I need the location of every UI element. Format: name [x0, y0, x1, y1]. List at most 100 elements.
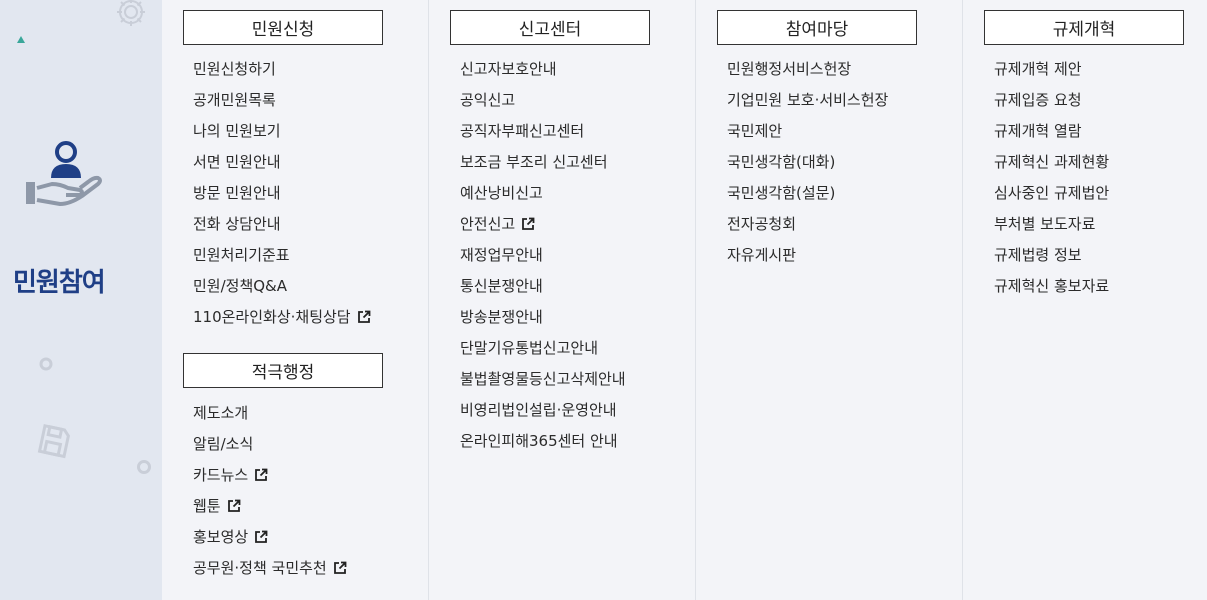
menu-link[interactable]: 나의 민원보기	[193, 116, 428, 147]
menu-link-label: 제도소개	[193, 404, 249, 422]
menu-link[interactable]: 국민생각함(설문)	[727, 178, 962, 209]
menu-link-label: 나의 민원보기	[193, 122, 281, 140]
menu-list: 민원행정서비스헌장기업민원 보호·서비스헌장국민제안국민생각함(대화) 국민생각함…	[717, 54, 962, 271]
menu-link[interactable]: 심사중인 규제법안	[994, 178, 1207, 209]
menu-link[interactable]: 전자공청회	[727, 209, 962, 240]
menu-link-label: 규제법령 정보	[994, 246, 1082, 264]
gear-icon	[117, 0, 145, 26]
menu-link-label: 자유게시판	[727, 246, 797, 264]
menu-link-label: 카드뉴스	[193, 466, 249, 484]
menu-link[interactable]: 공개민원목록	[193, 85, 428, 116]
menu-link-label: 공직자부패신고센터	[460, 122, 585, 140]
menu-column: 참여마당민원행정서비스헌장기업민원 보호·서비스헌장국민제안국민생각함(대화) 국…	[696, 0, 963, 600]
external-link-icon	[227, 493, 241, 524]
menu-link[interactable]: 비영리법인설립·운영안내	[460, 395, 695, 426]
menu-link-label: 비영리법인설립·운영안내	[460, 401, 617, 419]
external-link-icon	[357, 304, 371, 335]
menu-link[interactable]: 카드뉴스	[193, 460, 428, 491]
menu-link[interactable]: 규제입증 요청	[994, 85, 1207, 116]
menu-link-label: 민원처리기준표	[193, 246, 290, 264]
menu-link[interactable]: 민원/정책Q&A	[193, 271, 428, 302]
section-heading[interactable]: 민원신청	[183, 10, 383, 45]
menu-link[interactable]: 방송분쟁안내	[460, 302, 695, 333]
menu-link[interactable]: 공익신고	[460, 85, 695, 116]
civil-service-hand-icon	[26, 141, 102, 206]
menu-link[interactable]: 국민생각함(대화)	[727, 147, 962, 178]
menu-column: 신고센터신고자보호안내공익신고공직자부패신고센터보조금 부조리 신고센터예산낭비…	[429, 0, 696, 600]
external-link-icon	[521, 211, 535, 242]
menu-link-label: 전자공청회	[727, 215, 797, 233]
menu-link-label: 불법촬영물등신고삭제안내	[460, 370, 626, 388]
menu-link-label: 공무원·정책 국민추천	[193, 559, 327, 577]
external-link-icon	[254, 462, 268, 493]
menu-link[interactable]: 전화 상담안내	[193, 209, 428, 240]
menu-link[interactable]: 공직자부패신고센터	[460, 116, 695, 147]
menu-link-label: 공개민원목록	[193, 91, 276, 109]
menu-link[interactable]: 제도소개	[193, 398, 428, 429]
menu-link-label: 민원/정책Q&A	[193, 277, 288, 295]
menu-link[interactable]: 자유게시판	[727, 240, 962, 271]
sidebar-panel: 민원참여	[0, 0, 162, 600]
menu-link[interactable]: 홍보영상	[193, 522, 428, 553]
menu-link[interactable]: 규제혁신 홍보자료	[994, 271, 1207, 302]
menu-link-label: 규제혁신 홍보자료	[994, 277, 1110, 295]
menu-link-label: 국민제안	[727, 122, 783, 140]
menu-link[interactable]: 예산낭비신고	[460, 178, 695, 209]
menu-link[interactable]: 안전신고	[460, 209, 695, 240]
menu-link-label: 기업민원 보호·서비스헌장	[727, 91, 889, 109]
triangle-decoration-icon	[17, 36, 25, 43]
menu-link[interactable]: 단말기유통법신고안내	[460, 333, 695, 364]
sidebar-title: 민원참여	[13, 268, 106, 298]
menu-link[interactable]: 불법촬영물등신고삭제안내	[460, 364, 695, 395]
menu-link-label: 서면 민원안내	[193, 153, 281, 171]
menu-link[interactable]: 보조금 부조리 신고센터	[460, 147, 695, 178]
menu-link-label: 알림/소식	[193, 435, 254, 453]
menu-link[interactable]: 민원행정서비스헌장	[727, 54, 962, 85]
menu-link[interactable]: 규제개혁 열람	[994, 116, 1207, 147]
menu-column: 규제개혁규제개혁 제안규제입증 요청규제개혁 열람규제혁신 과제현황심사중인 규…	[963, 0, 1207, 600]
menu-link[interactable]: 방문 민원안내	[193, 178, 428, 209]
menu-link[interactable]: 규제혁신 과제현황	[994, 147, 1207, 178]
menu-list: 규제개혁 제안규제입증 요청규제개혁 열람규제혁신 과제현황심사중인 규제법안 부…	[984, 54, 1207, 302]
external-link-icon	[333, 555, 347, 586]
menu-link[interactable]: 110온라인화상·채팅상담	[193, 302, 428, 333]
menu-link[interactable]: 민원처리기준표	[193, 240, 428, 271]
menu-link-label: 신고자보호안내	[460, 60, 557, 78]
section-heading[interactable]: 신고센터	[450, 10, 650, 45]
menu-link-label: 전화 상담안내	[193, 215, 281, 233]
menu-link[interactable]: 민원신청하기	[193, 54, 428, 85]
menu-link[interactable]: 부처별 보도자료	[994, 209, 1207, 240]
menu-link[interactable]: 서면 민원안내	[193, 147, 428, 178]
menu-link[interactable]: 알림/소식	[193, 429, 428, 460]
menu-link[interactable]: 공무원·정책 국민추천	[193, 553, 428, 584]
menu-link[interactable]: 국민제안	[727, 116, 962, 147]
menu-link[interactable]: 기업민원 보호·서비스헌장	[727, 85, 962, 116]
dot-decoration-icon	[39, 357, 53, 371]
menu-link-label: 방송분쟁안내	[460, 308, 543, 326]
section-heading[interactable]: 적극행정	[183, 353, 383, 388]
menu-link[interactable]: 웹툰	[193, 491, 428, 522]
menu-link-label: 웹툰	[193, 497, 221, 515]
menu-link[interactable]: 통신분쟁안내	[460, 271, 695, 302]
menu-link[interactable]: 온라인피해365센터 안내	[460, 426, 695, 457]
menu-list: 신고자보호안내공익신고공직자부패신고센터보조금 부조리 신고센터예산낭비신고 안전…	[450, 54, 695, 457]
menu-link-label: 규제개혁 열람	[994, 122, 1082, 140]
menu-link-label: 국민생각함(설문)	[727, 184, 836, 202]
menu-link-label: 민원신청하기	[193, 60, 276, 78]
save-disk-icon	[37, 424, 70, 459]
dot-decoration-icon	[137, 460, 151, 474]
menu-link[interactable]: 규제개혁 제안	[994, 54, 1207, 85]
menu-link[interactable]: 재정업무안내	[460, 240, 695, 271]
menu-link-label: 규제혁신 과제현황	[994, 153, 1110, 171]
section-heading[interactable]: 규제개혁	[984, 10, 1184, 45]
section-heading[interactable]: 참여마당	[717, 10, 917, 45]
menu-link-label: 규제입증 요청	[994, 91, 1082, 109]
menu-link[interactable]: 규제법령 정보	[994, 240, 1207, 271]
menu-link-label: 국민생각함(대화)	[727, 153, 836, 171]
menu-link-label: 공익신고	[460, 91, 516, 109]
menu-column: 민원신청민원신청하기공개민원목록나의 민원보기서면 민원안내방문 민원안내전화 …	[162, 0, 429, 600]
menu-list: 민원신청하기공개민원목록나의 민원보기서면 민원안내방문 민원안내전화 상담안내…	[183, 54, 428, 333]
menu-link[interactable]: 신고자보호안내	[460, 54, 695, 85]
menu-link-label: 민원행정서비스헌장	[727, 60, 852, 78]
menu-link-label: 보조금 부조리 신고센터	[460, 153, 608, 171]
